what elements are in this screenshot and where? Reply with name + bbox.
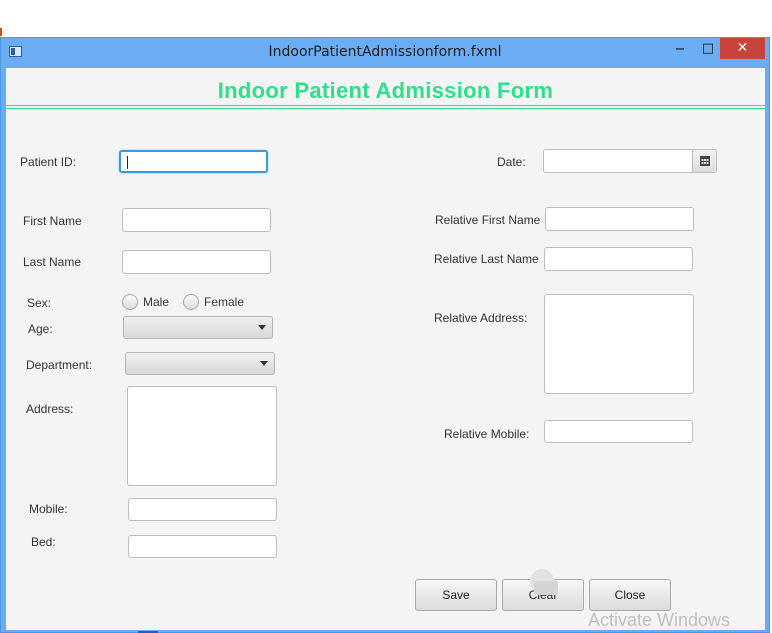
calendar-icon: [700, 156, 710, 166]
female-radio[interactable]: [183, 294, 199, 310]
title-divider: [6, 105, 765, 106]
date-picker[interactable]: [543, 149, 717, 173]
chevron-down-icon: [260, 361, 268, 366]
window-title: IndoorPatientAdmissionform.fxml: [268, 44, 502, 60]
last-name-label: Last Name: [23, 255, 82, 269]
relative-address-textarea[interactable]: [544, 294, 694, 394]
first-name-label: First Name: [23, 214, 82, 228]
male-radio-label: Male: [143, 295, 170, 309]
date-label: Date:: [497, 155, 526, 169]
chevron-down-icon: [258, 325, 266, 330]
department-label: Department:: [26, 358, 93, 372]
relative-first-name-input[interactable]: [545, 207, 694, 231]
close-window-button[interactable]: ✕: [720, 38, 765, 59]
relative-last-name-label: Relative Last Name: [434, 252, 539, 266]
maximize-button[interactable]: □: [697, 40, 719, 60]
relative-mobile-input[interactable]: [544, 420, 693, 443]
patient-id-label: Patient ID:: [20, 155, 77, 169]
date-picker-button[interactable]: [692, 150, 716, 172]
age-label: Age:: [28, 322, 53, 336]
title-bar[interactable]: IndoorPatientAdmissionform.fxml − □ ✕: [1, 38, 769, 67]
save-button[interactable]: Save: [415, 579, 497, 611]
age-combo[interactable]: [123, 316, 273, 339]
patient-id-input[interactable]: [119, 150, 268, 173]
relative-mobile-label: Relative Mobile:: [444, 427, 530, 441]
close-button[interactable]: Close: [589, 579, 671, 611]
app-window: IndoorPatientAdmissionform.fxml − □ ✕ In…: [0, 37, 770, 633]
watermark-logo-icon: [530, 569, 558, 595]
sex-label: Sex:: [27, 296, 52, 310]
activate-windows-watermark: Activate Windows: [588, 610, 731, 630]
relative-first-name-label: Relative First Name: [435, 213, 541, 227]
last-name-input[interactable]: [122, 250, 271, 274]
title-divider-secondary: [6, 108, 765, 109]
form-panel: Indoor Patient Admission Form Patient ID…: [6, 68, 765, 630]
mobile-label: Mobile:: [29, 502, 68, 516]
address-label: Address:: [26, 402, 74, 416]
female-radio-label: Female: [204, 295, 245, 309]
minimize-button[interactable]: −: [669, 40, 691, 60]
background-artifact: [0, 28, 2, 36]
address-textarea[interactable]: [127, 386, 277, 486]
form-title: Indoor Patient Admission Form: [217, 78, 554, 103]
bed-label: Bed:: [31, 535, 56, 549]
first-name-input[interactable]: [122, 208, 271, 232]
relative-last-name-input[interactable]: [544, 247, 693, 271]
bed-input[interactable]: [128, 535, 277, 558]
text-caret: [127, 156, 128, 169]
department-combo[interactable]: [125, 352, 275, 375]
mobile-input[interactable]: [128, 498, 277, 521]
relative-address-label: Relative Address:: [434, 311, 528, 325]
male-radio[interactable]: [122, 294, 138, 310]
